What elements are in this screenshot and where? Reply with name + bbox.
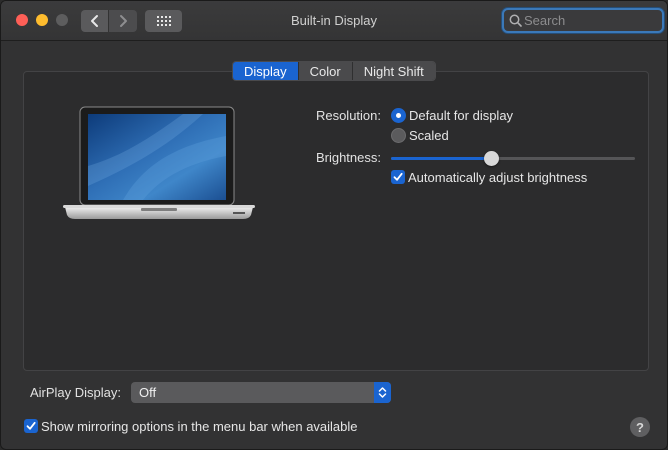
tab-bar: Display Color Night Shift [232, 61, 436, 81]
mirroring-checkbox[interactable] [24, 419, 38, 433]
laptop-icon [63, 106, 255, 219]
help-button[interactable]: ? [630, 417, 650, 437]
resolution-label: Resolution: [315, 108, 381, 123]
auto-brightness-checkbox[interactable] [391, 170, 405, 184]
brightness-slider[interactable] [391, 157, 635, 160]
search-input[interactable] [524, 13, 659, 28]
search-icon [509, 14, 522, 27]
tab-color[interactable]: Color [298, 62, 353, 80]
tab-display[interactable]: Display [233, 62, 299, 80]
tab-night-shift[interactable]: Night Shift [352, 62, 435, 80]
auto-brightness-label: Automatically adjust brightness [408, 170, 588, 185]
brightness-slider-thumb[interactable] [483, 151, 499, 166]
search-field[interactable] [502, 8, 664, 33]
airplay-display-label: AirPlay Display: [29, 385, 121, 400]
mirroring-label: Show mirroring options in the menu bar w… [41, 419, 358, 434]
airplay-display-select[interactable]: Off [131, 382, 391, 403]
option-default-for-display-label: Default for display [409, 108, 514, 123]
brightness-label: Brightness: [315, 150, 381, 165]
preferences-window: Built-in Display Display Color Night Shi… [0, 0, 668, 450]
checkmark-icon [393, 172, 403, 181]
option-scaled-label: Scaled [409, 128, 449, 143]
title-bar: Built-in Display [1, 1, 667, 41]
brightness-slider-fill [391, 157, 492, 160]
radio-default-for-display[interactable] [391, 108, 406, 123]
radio-scaled[interactable] [391, 128, 406, 143]
updown-chevron-icon [374, 382, 391, 403]
checkmark-icon [26, 421, 36, 430]
airplay-display-value: Off [139, 385, 157, 400]
